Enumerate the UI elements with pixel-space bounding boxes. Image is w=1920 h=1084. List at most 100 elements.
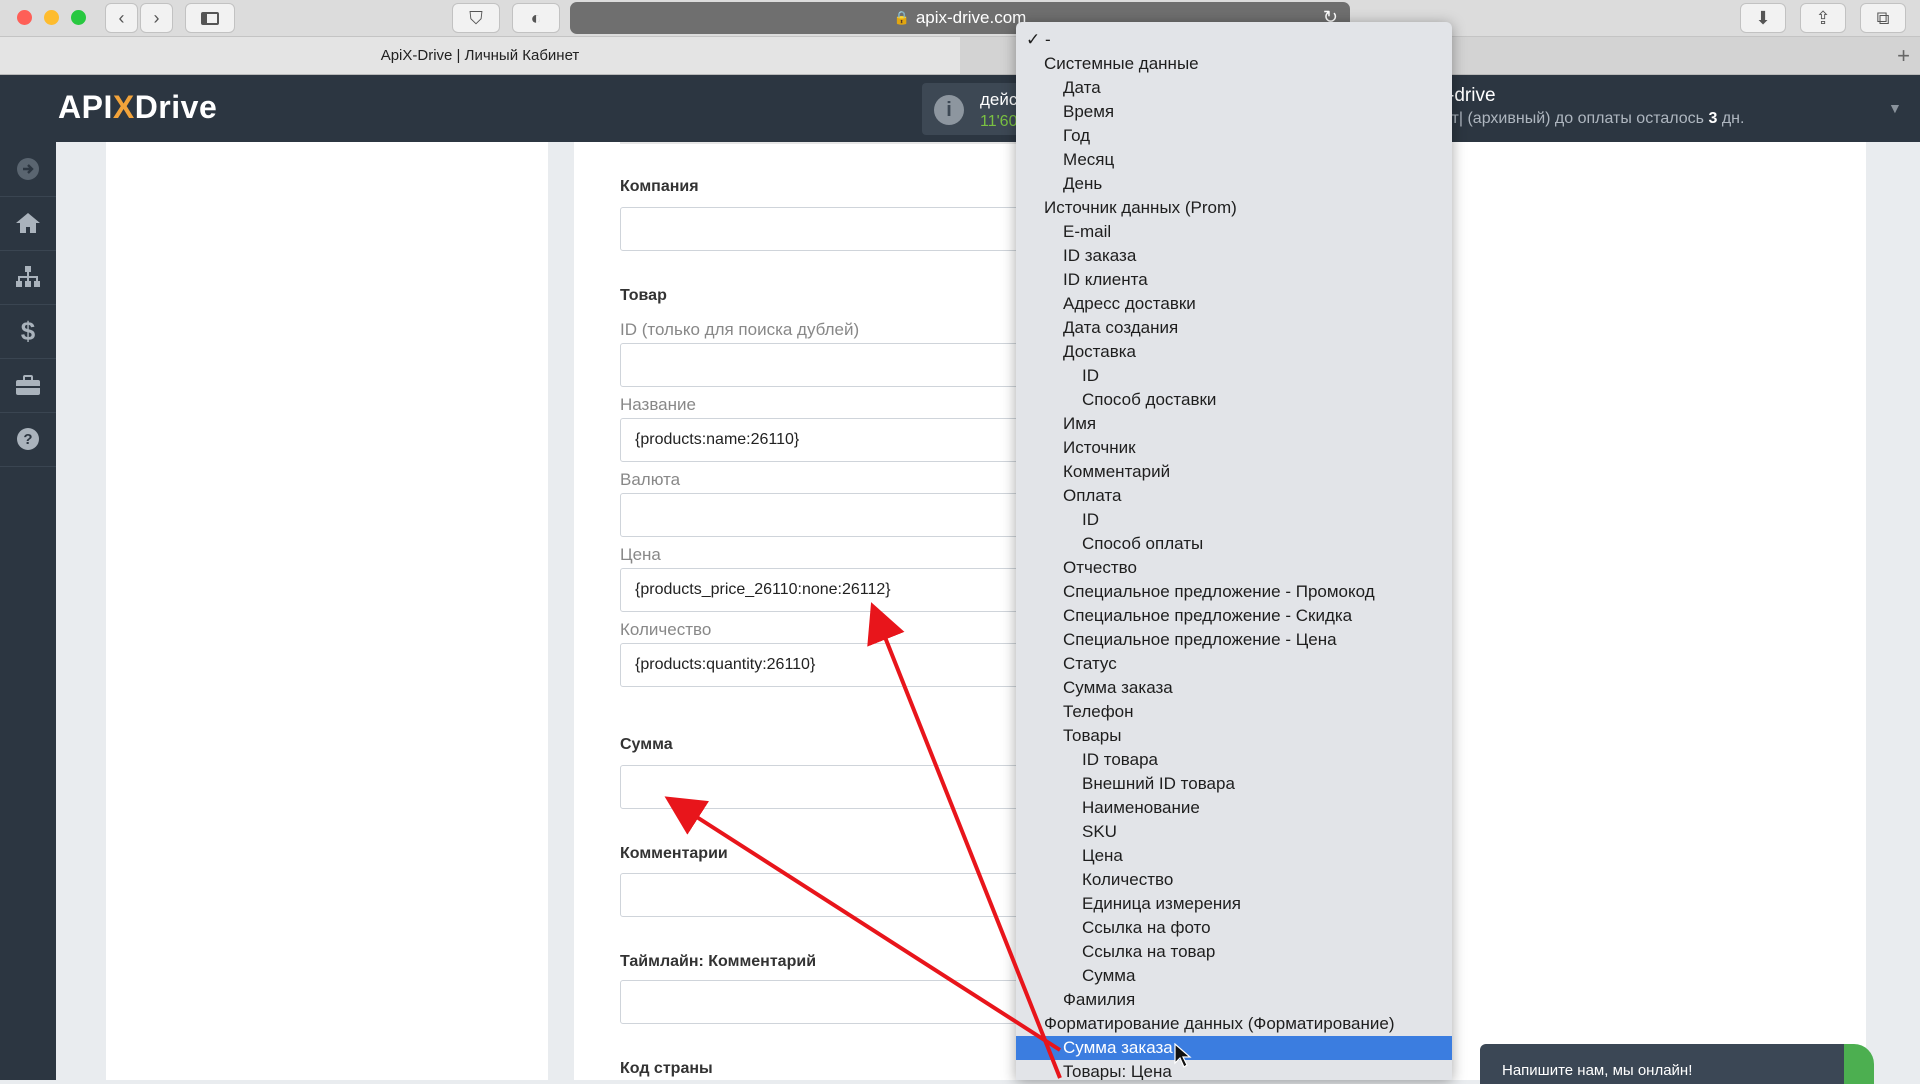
comments-input[interactable]	[620, 873, 1040, 917]
sidebar-item-connections[interactable]	[0, 250, 56, 305]
dropdown-option[interactable]: Источник данных (Prom)	[1016, 196, 1452, 220]
tabs-overview-button[interactable]: ⧉	[1860, 3, 1906, 33]
dropdown-option[interactable]: Способ доставки	[1016, 388, 1452, 412]
apix-drive-logo[interactable]: APIXDrive	[58, 89, 217, 126]
dropdown-option[interactable]: Сумма заказа	[1016, 1036, 1452, 1060]
dropdown-option[interactable]: Дата	[1016, 76, 1452, 100]
account-menu-caret-icon[interactable]: ▼	[1888, 100, 1902, 116]
divider	[620, 142, 1020, 144]
share-icon: ⇪	[1815, 7, 1831, 28]
zoom-window-button[interactable]	[71, 10, 86, 25]
dropdown-option[interactable]: Форматирование данных (Форматирование)	[1016, 1012, 1452, 1036]
chat-widget[interactable]: Напишите нам, мы онлайн!	[1480, 1044, 1850, 1084]
dropdown-option[interactable]: День	[1016, 172, 1452, 196]
logo-text-left: API	[58, 89, 113, 125]
dropdown-option[interactable]: Статус	[1016, 652, 1452, 676]
timeline-comment-label: Таймлайн: Комментарий	[620, 953, 817, 970]
sidebar-item-services[interactable]	[0, 358, 56, 413]
dropdown-option[interactable]: Год	[1016, 124, 1452, 148]
close-window-button[interactable]	[17, 10, 32, 25]
dropdown-option[interactable]: Сумма заказа	[1016, 676, 1452, 700]
home-icon	[16, 213, 40, 233]
tab-title: ApiX-Drive | Личный Кабинет	[380, 47, 580, 64]
shield-icon: ⛉	[469, 7, 483, 28]
dropdown-option[interactable]: ID заказа	[1016, 244, 1452, 268]
share-button[interactable]: ⇪	[1800, 3, 1846, 33]
forward-button[interactable]: ›	[140, 3, 173, 33]
sidebar-item-home[interactable]	[0, 196, 56, 251]
dropdown-option[interactable]: Количество	[1016, 868, 1452, 892]
dropdown-option[interactable]: Ссылка на фото	[1016, 916, 1452, 940]
account-days-unit: дн.	[1721, 110, 1745, 127]
sidebar-item-billing[interactable]: $	[0, 304, 56, 359]
dropdown-option[interactable]: Внешний ID товара	[1016, 772, 1452, 796]
back-button[interactable]: ‹	[105, 3, 138, 33]
dropdown-option[interactable]: Адресс доставки	[1016, 292, 1452, 316]
address-url: apix-drive.com	[915, 8, 1027, 27]
comments-label: Комментарии	[620, 845, 728, 862]
price-input[interactable]: {products_price_26110:none:26112}	[620, 568, 1040, 612]
timeline-comment-input[interactable]	[620, 980, 1040, 1024]
left-content-panel	[106, 142, 548, 1080]
dropdown-option[interactable]: Специальное предложение - Скидка	[1016, 604, 1452, 628]
sitemap-icon	[16, 266, 40, 287]
browser-toolbar: ‹ › ⛉ ◐ 🔒 apix-drive.com ↻ ⬇ ⇪ ⧉	[0, 0, 1920, 37]
tab-apix-drive[interactable]: ApiX-Drive | Личный Кабинет	[0, 37, 960, 74]
product-id-input[interactable]	[620, 343, 1040, 387]
dropdown-option[interactable]: Месяц	[1016, 148, 1452, 172]
dropdown-option[interactable]: Время	[1016, 100, 1452, 124]
chevron-right-icon: ›	[153, 7, 160, 28]
dropdown-option[interactable]: SKU	[1016, 820, 1452, 844]
new-tab-button[interactable]: +	[1897, 43, 1910, 69]
dropdown-option[interactable]: ID клиента	[1016, 268, 1452, 292]
dropdown-option[interactable]: ID товара	[1016, 748, 1452, 772]
dropdown-option[interactable]: Способ оплаты	[1016, 532, 1452, 556]
svg-text:?: ?	[23, 431, 32, 448]
account-days-left: 3	[1708, 110, 1718, 127]
dropdown-option[interactable]: Фамилия	[1016, 988, 1452, 1012]
currency-input[interactable]	[620, 493, 1040, 537]
field-select-dropdown[interactable]: ✓ - Системные данные Дата Время Год Месяц День…	[1016, 22, 1452, 1080]
downloads-button[interactable]: ⬇	[1740, 3, 1786, 33]
dropdown-option[interactable]: Имя	[1016, 412, 1452, 436]
sidebar-item-login[interactable]	[0, 142, 56, 197]
dropdown-option[interactable]: Системные данные	[1016, 52, 1452, 76]
sidebar-toggle-button[interactable]	[185, 3, 235, 33]
dropdown-option[interactable]: Сумма	[1016, 964, 1452, 988]
dropdown-option[interactable]: ID	[1016, 364, 1452, 388]
dropdown-option[interactable]: E-mail	[1016, 220, 1452, 244]
dropdown-option[interactable]: Отчество	[1016, 556, 1452, 580]
company-input[interactable]	[620, 207, 1040, 251]
dropdown-option[interactable]: Оплата	[1016, 484, 1452, 508]
dropdown-option[interactable]: Специальное предложение - Цена	[1016, 628, 1452, 652]
dropdown-option[interactable]: Наименование	[1016, 796, 1452, 820]
dropdown-option[interactable]: Единица измерения	[1016, 892, 1452, 916]
product-name-input[interactable]: {products:name:26110}	[620, 418, 1040, 462]
sidebar-icon	[201, 11, 219, 25]
sum-input[interactable]	[620, 765, 1040, 809]
dropdown-option[interactable]: Ссылка на товар	[1016, 940, 1452, 964]
dropdown-option[interactable]: Доставка	[1016, 340, 1452, 364]
dropdown-option[interactable]: Цена	[1016, 844, 1452, 868]
question-circle-icon: ?	[17, 428, 39, 450]
dropdown-option[interactable]: Телефон	[1016, 700, 1452, 724]
privacy-shield-button[interactable]: ⛉	[452, 3, 500, 33]
info-text: дейс	[980, 90, 1018, 109]
dropdown-option[interactable]: Комментарий	[1016, 460, 1452, 484]
dropdown-option[interactable]: Товары	[1016, 724, 1452, 748]
minimize-window-button[interactable]	[44, 10, 59, 25]
dropdown-option[interactable]: Товары: Цена	[1016, 1060, 1452, 1080]
quantity-input[interactable]: {products:quantity:26110}	[620, 643, 1040, 687]
dropdown-option[interactable]: Специальное предложение - Промокод	[1016, 580, 1452, 604]
dropdown-option[interactable]: Дата создания	[1016, 316, 1452, 340]
tabs-icon: ⧉	[1876, 7, 1890, 28]
product-section-title: Товар	[620, 287, 667, 304]
dropdown-option[interactable]: Источник	[1016, 436, 1452, 460]
extension-button[interactable]: ◐	[512, 3, 560, 33]
sidebar-item-help[interactable]: ?	[0, 412, 56, 467]
mouse-cursor-icon	[1174, 1043, 1192, 1068]
account-name[interactable]: -drive	[1448, 85, 1496, 107]
country-code-label: Код страны	[620, 1060, 713, 1077]
dropdown-option[interactable]: ID	[1016, 508, 1452, 532]
dropdown-option[interactable]: ✓ -	[1016, 28, 1452, 52]
